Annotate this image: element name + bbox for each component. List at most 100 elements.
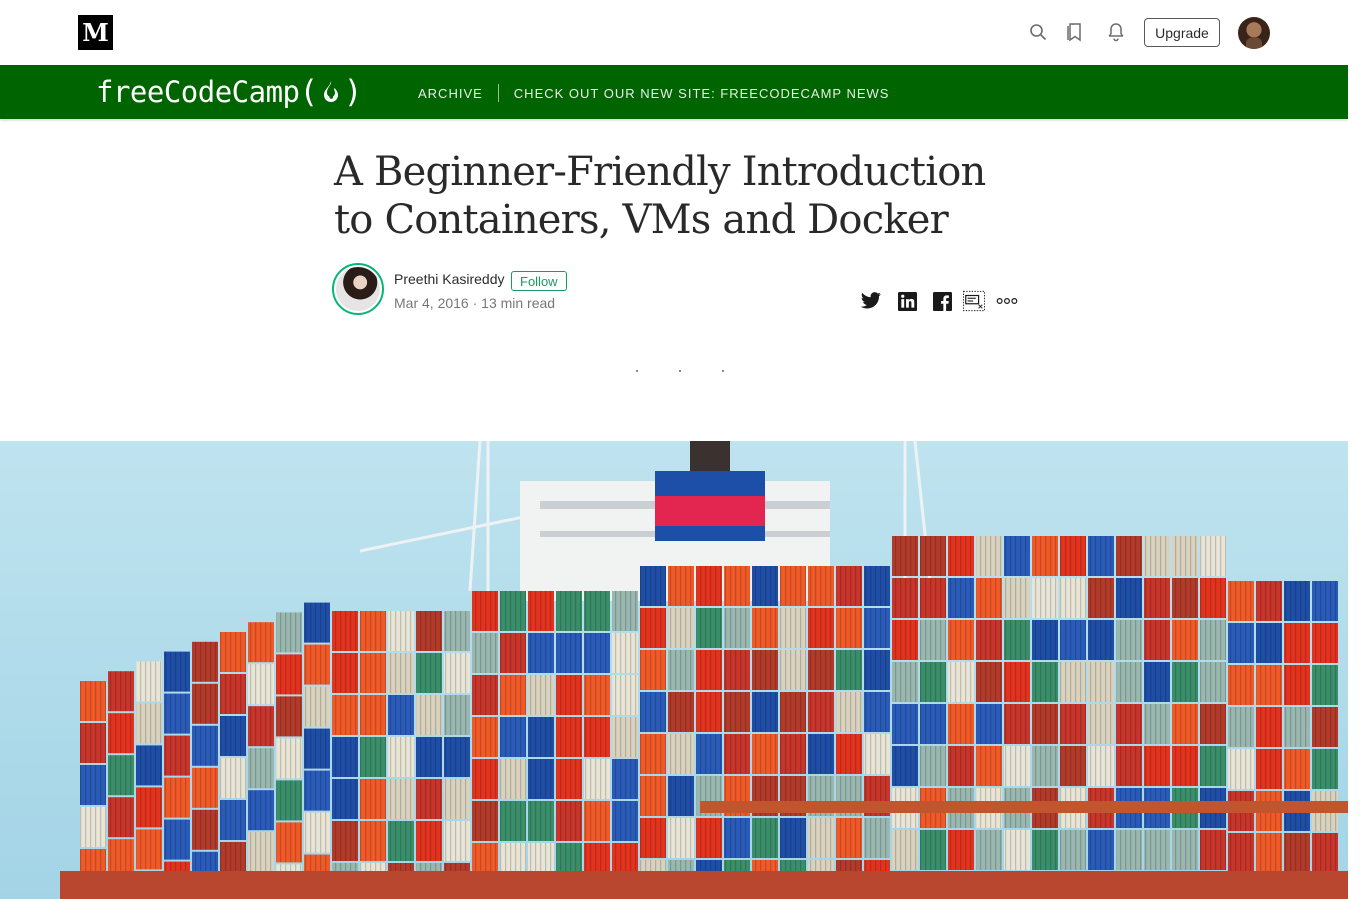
search-icon[interactable] bbox=[1028, 22, 1048, 42]
container-ribs bbox=[1144, 830, 1170, 870]
author-name[interactable]: Preethi Kasireddy bbox=[394, 271, 505, 287]
container-ribs bbox=[668, 692, 694, 732]
container-ribs bbox=[1060, 578, 1086, 618]
container-ribs bbox=[388, 653, 414, 693]
container-ribs bbox=[920, 704, 946, 744]
container-ribs bbox=[1312, 707, 1338, 747]
container-ribs bbox=[388, 779, 414, 819]
container-ribs bbox=[1312, 833, 1338, 873]
container-ribs bbox=[108, 671, 134, 712]
highlight-icon[interactable] bbox=[963, 290, 985, 312]
user-avatar[interactable] bbox=[1238, 17, 1270, 49]
nav-archive-link[interactable]: ARCHIVE bbox=[418, 86, 483, 101]
container-ribs bbox=[1144, 620, 1170, 660]
container-ribs bbox=[1312, 749, 1338, 789]
container-ribs bbox=[1116, 662, 1142, 702]
container-ribs bbox=[808, 692, 834, 732]
upgrade-button[interactable]: Upgrade bbox=[1144, 18, 1220, 47]
container-ribs bbox=[556, 591, 582, 631]
container-ribs bbox=[1144, 746, 1170, 786]
container-ribs bbox=[696, 734, 722, 774]
container-ribs bbox=[1088, 662, 1114, 702]
container-ribs bbox=[696, 650, 722, 690]
container-ribs bbox=[1116, 746, 1142, 786]
container-ribs bbox=[696, 566, 722, 606]
container-ribs bbox=[304, 602, 330, 643]
container-ribs bbox=[836, 734, 862, 774]
nav-new-site-link[interactable]: CHECK OUT OUR NEW SITE: FREECODECAMP NEW… bbox=[514, 86, 890, 101]
container-ribs bbox=[1144, 704, 1170, 744]
container-ribs bbox=[472, 675, 498, 715]
container-ribs bbox=[1116, 830, 1142, 870]
container-ribs bbox=[304, 770, 330, 811]
container-ribs bbox=[1256, 707, 1282, 747]
facebook-icon[interactable] bbox=[931, 290, 953, 312]
container-ribs bbox=[864, 650, 890, 690]
container-ribs bbox=[528, 759, 554, 799]
linkedin-icon[interactable] bbox=[896, 290, 918, 312]
container-ribs bbox=[1284, 665, 1310, 705]
container-ribs bbox=[360, 653, 386, 693]
container-ribs bbox=[864, 608, 890, 648]
medium-logo[interactable]: M bbox=[78, 15, 113, 50]
container-ribs bbox=[1200, 830, 1226, 870]
bell-icon[interactable] bbox=[1106, 22, 1126, 42]
container-ribs bbox=[276, 612, 302, 653]
freecodecamp-logo[interactable]: freeCodeCamp ( ) bbox=[96, 74, 362, 110]
container-ribs bbox=[1312, 623, 1338, 663]
bookmark-icon[interactable] bbox=[1065, 22, 1085, 42]
container-ribs bbox=[780, 818, 806, 858]
container-ribs bbox=[920, 746, 946, 786]
container-ribs bbox=[416, 611, 442, 651]
container-ribs bbox=[444, 695, 470, 735]
container-ribs bbox=[1256, 665, 1282, 705]
container-ribs bbox=[864, 566, 890, 606]
container-ribs bbox=[640, 734, 666, 774]
container-ribs bbox=[1284, 833, 1310, 873]
container-ribs bbox=[360, 695, 386, 735]
container-ribs bbox=[1256, 749, 1282, 789]
container-ribs bbox=[948, 704, 974, 744]
container-ribs bbox=[1172, 746, 1198, 786]
scrollbar[interactable] bbox=[1348, 0, 1360, 899]
container-ribs bbox=[1032, 746, 1058, 786]
container-ribs bbox=[1172, 830, 1198, 870]
container-ribs bbox=[892, 578, 918, 618]
container-ribs bbox=[808, 650, 834, 690]
container-ribs bbox=[976, 620, 1002, 660]
container-ribs bbox=[668, 818, 694, 858]
container-ribs bbox=[836, 566, 862, 606]
cargo-ship-illustration bbox=[0, 441, 1348, 899]
author-avatar[interactable] bbox=[332, 263, 384, 315]
container-ribs bbox=[444, 779, 470, 819]
container-ribs bbox=[220, 632, 246, 672]
container-ribs bbox=[248, 706, 274, 747]
container-ribs bbox=[528, 591, 554, 631]
container-ribs bbox=[472, 633, 498, 673]
container-ribs bbox=[808, 818, 834, 858]
container-ribs bbox=[1144, 536, 1170, 576]
twitter-icon[interactable] bbox=[860, 290, 882, 312]
container-ribs bbox=[892, 746, 918, 786]
container-ribs bbox=[668, 776, 694, 816]
container-ribs bbox=[528, 675, 554, 715]
container-ribs bbox=[1060, 830, 1086, 870]
container-ribs bbox=[836, 608, 862, 648]
container-ribs bbox=[388, 695, 414, 735]
more-icon[interactable] bbox=[996, 290, 1018, 312]
container-ribs bbox=[1256, 833, 1282, 873]
container-ribs bbox=[864, 692, 890, 732]
container-ribs bbox=[640, 692, 666, 732]
container-ribs bbox=[1004, 536, 1030, 576]
container-ribs bbox=[1004, 578, 1030, 618]
container-ribs bbox=[1228, 707, 1254, 747]
container-ribs bbox=[1228, 749, 1254, 789]
container-ribs bbox=[220, 674, 246, 714]
container-ribs bbox=[1284, 707, 1310, 747]
follow-button[interactable]: Follow bbox=[511, 271, 567, 291]
container-ribs bbox=[276, 654, 302, 695]
container-ribs bbox=[1088, 578, 1114, 618]
publication-nav: ARCHIVE CHECK OUT OUR NEW SITE: FREECODE… bbox=[418, 84, 889, 102]
container-ribs bbox=[948, 536, 974, 576]
container-ribs bbox=[948, 620, 974, 660]
